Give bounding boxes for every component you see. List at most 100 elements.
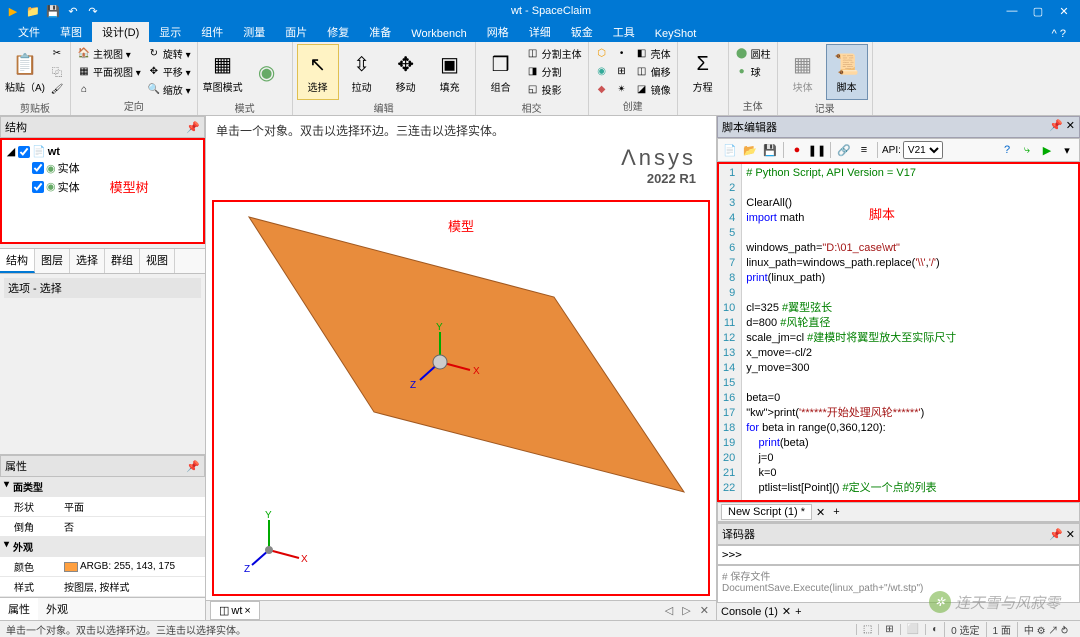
tab-workbench[interactable]: Workbench	[401, 26, 476, 42]
close-tab-icon[interactable]: ×	[244, 605, 250, 617]
bt-properties[interactable]: 属性	[0, 598, 38, 620]
status-ime[interactable]: 中 ⚙ ↗ ⥁	[1017, 622, 1074, 637]
step-icon[interactable]: ⤷	[1018, 141, 1036, 159]
tab-file[interactable]: 文件	[8, 22, 50, 42]
create-1[interactable]: ⬡	[593, 44, 611, 62]
prop-group-face[interactable]: ▾面类型	[0, 477, 205, 497]
link-icon[interactable]: 🔗	[835, 141, 853, 159]
home-view-button[interactable]: 🏠主视图 ▾	[75, 44, 143, 62]
move-button[interactable]: ✥移动	[385, 44, 427, 100]
tab-repair[interactable]: 修复	[317, 22, 359, 42]
status-item-2[interactable]: ⊞	[878, 624, 899, 635]
pin-icon[interactable]: 📌	[186, 121, 200, 134]
ribbon-help[interactable]: ^ ?	[1046, 26, 1072, 42]
shell-button[interactable]: ◧壳体	[633, 44, 673, 62]
body-mode-button[interactable]: ◉	[246, 44, 288, 100]
color-swatch[interactable]	[64, 562, 78, 572]
create-6[interactable]: ✴	[613, 80, 631, 98]
view-home-button[interactable]: ⌂	[75, 80, 143, 98]
create-4[interactable]: •	[613, 44, 631, 62]
stop-icon[interactable]: ▾	[1058, 141, 1076, 159]
tab-detail[interactable]: 详细	[519, 22, 561, 42]
close-button[interactable]: ✕	[1052, 2, 1076, 20]
script-button[interactable]: 📜脚本	[826, 44, 868, 100]
tab-display[interactable]: 显示	[149, 22, 191, 42]
console-tab[interactable]: Console (1)	[721, 606, 778, 618]
viewport[interactable]: Λnsys 2022 R1 模型 X Y Z X Y	[212, 145, 710, 596]
pan-button[interactable]: ✥平移 ▾	[145, 62, 193, 80]
maximize-button[interactable]: ▢	[1026, 2, 1050, 20]
pin-icon[interactable]: 📌	[186, 460, 200, 473]
code-lines[interactable]: # Python Script, API Version = V17ClearA…	[742, 164, 1078, 500]
pin-icon[interactable]: 📌 ✕	[1049, 528, 1075, 541]
plan-view-button[interactable]: ▦平面视图 ▾	[75, 62, 143, 80]
lt-groups[interactable]: 群组	[105, 249, 140, 273]
add-script-tab[interactable]: +	[829, 506, 843, 518]
api-version-select[interactable]: V21	[903, 141, 943, 159]
pause-record-icon[interactable]: ❚❚	[808, 141, 826, 159]
cylinder-button[interactable]: ⬤圆柱	[733, 44, 773, 62]
tab-mesh[interactable]: 网格	[477, 22, 519, 42]
project-button[interactable]: ◱投影	[524, 80, 584, 98]
create-3[interactable]: ◆	[593, 80, 611, 98]
split-body-button[interactable]: ◫分割主体	[524, 44, 584, 62]
bt-appearance[interactable]: 外观	[38, 598, 76, 620]
redo-icon[interactable]: ↷	[84, 2, 102, 20]
tab-prepare[interactable]: 准备	[359, 22, 401, 42]
brush-button[interactable]: 🖌	[48, 80, 66, 98]
help-icon[interactable]: ?	[998, 141, 1016, 159]
save-icon[interactable]: 💾	[44, 2, 62, 20]
close-console-tab[interactable]: ✕	[782, 605, 791, 618]
lt-selection[interactable]: 选择	[70, 249, 105, 273]
tab-sketch[interactable]: 草图	[50, 22, 92, 42]
play-icon[interactable]: ▶	[4, 2, 22, 20]
tab-measure[interactable]: 测量	[233, 22, 275, 42]
equation-button[interactable]: Σ方程	[682, 44, 724, 100]
collapse-icon[interactable]: ▾	[4, 479, 9, 494]
lt-layers[interactable]: 图层	[35, 249, 70, 273]
collapse-icon[interactable]: ▾	[4, 539, 9, 554]
code-editor[interactable]: 12345678910111213141516171819202122 # Py…	[717, 162, 1080, 502]
zoom-button[interactable]: 🔍缩放 ▾	[145, 80, 193, 98]
triad-center[interactable]: X Y Z	[410, 322, 490, 402]
undo-icon[interactable]: ↶	[64, 2, 82, 20]
tree-checkbox[interactable]	[32, 181, 44, 193]
doc-tab-wt[interactable]: ◫wt×	[210, 601, 260, 620]
param-icon[interactable]: ≡	[855, 141, 873, 159]
select-button[interactable]: ↖选择	[297, 44, 339, 100]
tab-facet[interactable]: 面片	[275, 22, 317, 42]
interpreter-prompt[interactable]: >>>	[717, 545, 1080, 565]
open-icon[interactable]: 📁	[24, 2, 42, 20]
offset-button[interactable]: ◫偏移	[633, 62, 673, 80]
minimize-button[interactable]: —	[1000, 2, 1024, 20]
spin-button[interactable]: ↻旋转 ▾	[145, 44, 193, 62]
open-script-icon[interactable]: 📂	[741, 141, 759, 159]
paste-button[interactable]: 📋粘贴（A)	[4, 44, 46, 100]
prev-tab[interactable]: ◁	[662, 605, 676, 617]
sketch-mode-button[interactable]: ▦草图模式	[202, 44, 244, 100]
tab-design[interactable]: 设计(D)	[92, 22, 149, 42]
close-script-tab[interactable]: ✕	[812, 506, 829, 519]
tree-root[interactable]: ◢📄wt	[6, 144, 199, 159]
close-all-tabs[interactable]: ✕	[697, 605, 712, 617]
tree-child-2[interactable]: ◉实体	[6, 178, 80, 196]
tab-assembly[interactable]: 组件	[191, 22, 233, 42]
mirror-button[interactable]: ◪镜像	[633, 80, 673, 98]
lt-structure[interactable]: 结构	[0, 249, 35, 273]
fill-button[interactable]: ▣填充	[429, 44, 471, 100]
save-script-icon[interactable]: 💾	[761, 141, 779, 159]
tab-sheetmetal[interactable]: 钣金	[561, 22, 603, 42]
cut-button[interactable]: ✂	[48, 44, 66, 62]
tab-keyshot[interactable]: KeyShot	[645, 26, 707, 42]
run-icon[interactable]: ▶	[1038, 141, 1056, 159]
pin-icon[interactable]: 📌	[1049, 120, 1063, 132]
create-2[interactable]: ◉	[593, 62, 611, 80]
create-5[interactable]: ⊞	[613, 62, 631, 80]
status-item-3[interactable]: ⬜	[900, 624, 925, 635]
record-icon[interactable]: ●	[788, 141, 806, 159]
tree-child-1[interactable]: ◉实体	[6, 159, 199, 177]
combine-button[interactable]: ❒组合	[480, 44, 522, 100]
add-console-tab[interactable]: +	[795, 606, 801, 618]
tab-tools[interactable]: 工具	[603, 22, 645, 42]
tree-checkbox[interactable]	[18, 146, 30, 158]
